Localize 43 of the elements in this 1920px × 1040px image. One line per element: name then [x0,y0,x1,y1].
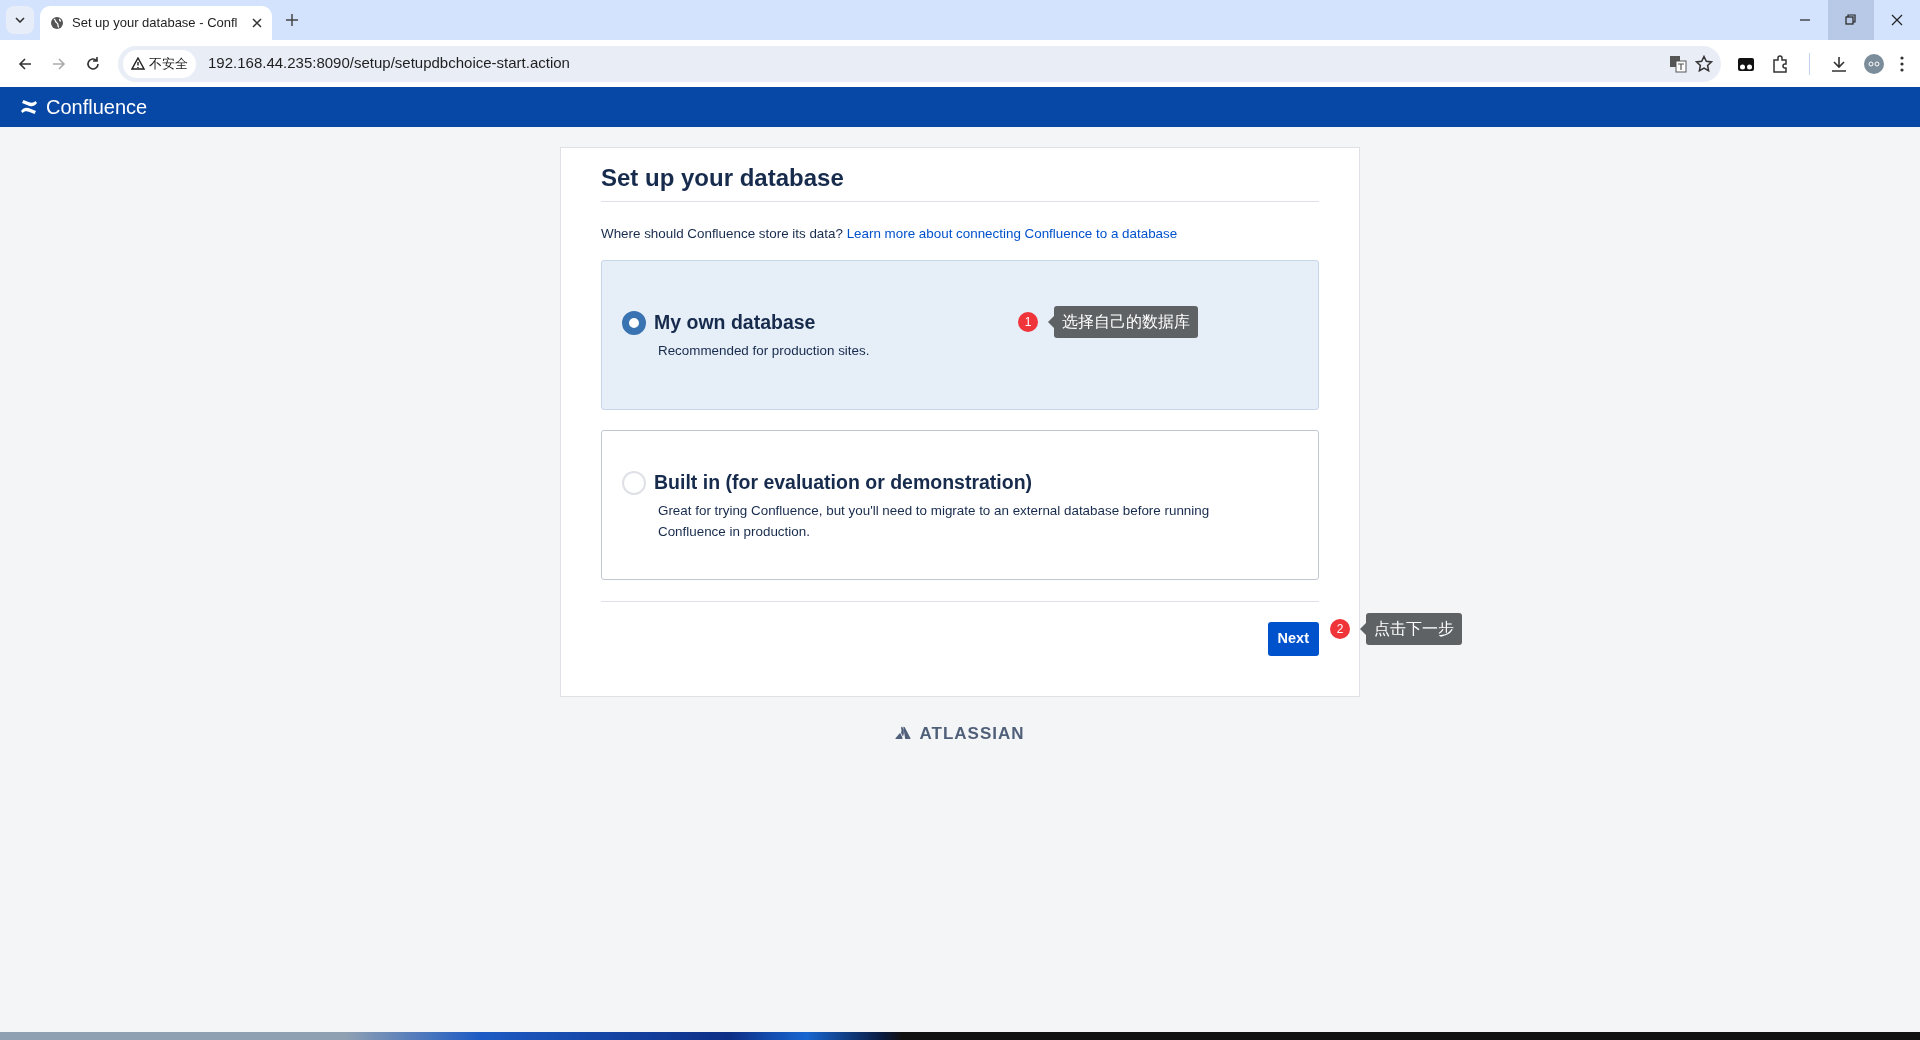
chevron-down-icon [15,17,25,23]
close-icon[interactable] [252,18,262,28]
next-button[interactable]: Next [1267,621,1319,656]
restore-button[interactable] [1828,0,1874,40]
page-title: Set up your database [601,148,1319,202]
step-number-badge: 2 [1330,618,1350,639]
tab-list-button[interactable] [6,6,34,34]
option-label: Built in (for evaluation or demonstration) [654,470,1033,496]
confluence-logo-icon [20,99,38,115]
security-chip[interactable]: 不安全 [123,49,196,78]
step-number-badge: 1 [1018,311,1038,332]
database-option[interactable]: Built in (for evaluation or demonstration) Great for trying Confluence, but you'll need to migrate to an external database before running Confluence in production. [601,429,1319,580]
plus-icon [286,14,298,26]
option-description: Great for trying Confluence, but you'll need to migrate to an external database before running Confluence in production. [658,502,1211,541]
annotation-tooltip: 选择自己的数据库 [1054,305,1198,338]
atlassian-logo-icon [895,725,912,741]
restore-icon [1845,14,1857,26]
warning-icon [131,57,145,70]
glasses-icon[interactable] [1737,55,1755,72]
avatar-icon[interactable] [1864,53,1884,74]
download-icon[interactable] [1830,54,1848,73]
arrow-left-icon [17,55,33,72]
security-label: 不安全 [149,54,188,73]
atlassian-wordmark: ATLASSIAN [919,722,1025,745]
option-description: Recommended for production sites. [658,342,871,361]
database-option[interactable]: My own database Recommended for production sites. 1 选择自己的数据库 [601,259,1319,410]
translate-icon[interactable] [1669,54,1687,73]
globe-icon [50,16,64,30]
star-icon[interactable] [1695,54,1713,73]
close-icon [1891,14,1903,26]
product-name[interactable]: Confluence [46,92,148,122]
option-label: My own database [654,310,816,336]
arrow-right-icon [51,55,67,72]
address-bar[interactable]: 不安全 192.168.44.235:8090/setup/setupdbchoice-start.action [118,45,1721,82]
more-vertical-icon[interactable] [1900,55,1904,72]
annotation-tooltip: 点击下一步 [1366,612,1462,645]
browser-tab[interactable]: Set up your database - Confl [40,6,272,40]
intro-text: Where should Confluence store its data? Learn more about connecting Confluence to a database [601,224,1179,243]
learn-more-link[interactable]: Learn more about connecting Confluence to a database [846,225,1178,241]
reload-icon [85,55,101,72]
radio-button[interactable] [622,310,646,335]
url-text: 192.168.44.235:8090/setup/setupdbchoice-start.action [208,53,571,74]
puzzle-icon[interactable] [1771,54,1789,73]
